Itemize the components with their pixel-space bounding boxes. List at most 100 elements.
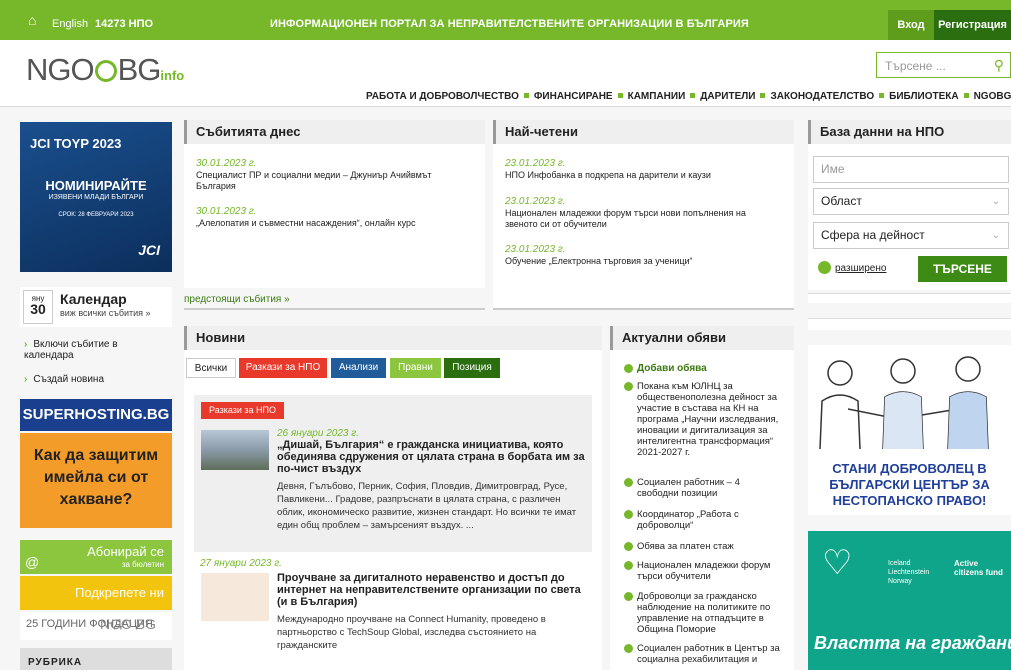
jci-banner[interactable]: JCI TOYP 2023 НОМИНИРАЙТЕ ИЗЯВЕНИ МЛАДИ … <box>20 122 172 272</box>
events-panel: Събитията днес 30.01.2023 г. Специалист П… <box>184 120 485 288</box>
volunteer-text: СТАНИ ДОБРОВОЛЕЦ В БЪЛГАРСКИ ЦЕНТЪР ЗА Н… <box>829 461 990 508</box>
language-link[interactable]: English <box>52 18 88 30</box>
jci-logo: JCI TOYP 2023 <box>30 136 122 151</box>
superhosting-banner[interactable]: Как да защитим имейла си от хакване? <box>20 433 172 528</box>
nav-item-legislation[interactable]: ЗАКОНОДАТЕЛСТВО <box>770 91 874 102</box>
calendar-date: яну 30 <box>23 290 53 324</box>
name-input[interactable]: Име <box>813 156 1009 183</box>
subscribe-label: Абонирай се <box>87 544 164 559</box>
event-date: 30.01.2023 г. <box>196 206 257 217</box>
news-body: 26 януари 2023 г. „Дишай, България“ е гр… <box>277 428 589 532</box>
search-button[interactable]: ТЪРСЕНЕ <box>918 256 1007 282</box>
search-input[interactable]: Търсене ... ⚲ <box>876 52 1011 78</box>
active-citizens-banner[interactable]: ♡ Iceland Liechtenstein Norway Active ci… <box>808 531 1011 670</box>
region-select[interactable]: Област ⌄ <box>813 188 1009 215</box>
superhosting-logo[interactable]: SUPERHOSTING.BG <box>20 399 172 431</box>
create-news-link[interactable]: › Създай новина <box>24 374 104 385</box>
popular-date: 23.01.2023 г. <box>505 158 566 169</box>
ad-item[interactable]: Обява за платен стаж <box>624 541 784 552</box>
popular-text: НПО Инфобанка в подкрепа на дарители и к… <box>505 170 711 180</box>
jci-deadline: СРОК: 28 ФЕВРУАРИ 2023 <box>58 212 134 218</box>
calendar-all-events-link[interactable]: виж всички събития » <box>60 308 151 318</box>
event-item[interactable]: 30.01.2023 г. „Алелопатия и съвместни нас… <box>196 206 466 229</box>
field-value: Сфера на дейност <box>821 228 925 242</box>
popular-item[interactable]: 23.01.2023 г. НПО Инфобанка в подкрепа на… <box>505 158 775 181</box>
login-button[interactable]: Вход <box>888 10 934 40</box>
ad-item[interactable]: Координатор „Работа с доброволци“ <box>624 509 784 531</box>
ad-text: Социален работник – 4 свободни позиции <box>637 477 740 499</box>
add-ad-link[interactable]: Добави обява <box>624 363 784 374</box>
search-icon[interactable]: ⚲ <box>994 57 1004 74</box>
nav-item-live[interactable]: NGOBG Live <box>974 91 1011 102</box>
news-excerpt: Международно проучване на Connect Humani… <box>277 614 546 651</box>
database-title: База данни на НПО <box>808 120 1011 144</box>
popular-title: Най-четени <box>493 120 794 144</box>
popular-item[interactable]: 23.01.2023 г. Национален младежки форум т… <box>505 196 775 230</box>
arrow-circle-icon <box>624 382 633 391</box>
arrow-circle-icon <box>624 644 633 653</box>
volunteers-illustration-icon <box>819 356 989 450</box>
home-icon[interactable]: ⌂ <box>28 12 36 28</box>
support-button[interactable]: Подкрепете ни <box>20 576 172 610</box>
upcoming-events-link[interactable]: предстоящи събития » <box>184 294 290 305</box>
ngo-count: 14273 НПО <box>95 18 154 30</box>
logo-ngo: NGO <box>26 52 95 87</box>
news-headline[interactable]: Проучване за дигиталното неравенство и д… <box>277 572 589 608</box>
news-thumbnail[interactable] <box>201 430 269 470</box>
site-logo[interactable]: NGO BGinfo <box>26 52 184 88</box>
arrow-icon: › <box>24 339 28 350</box>
top-bar: ⌂ English 14273 НПО ИНФОРМАЦИОНЕН ПОРТАЛ… <box>0 0 1011 40</box>
news-tag[interactable]: Разкази за НПО <box>201 402 285 419</box>
nav-item-donors[interactable]: ДАРИТЕЛИ <box>700 91 755 102</box>
ad-item[interactable]: Социален работник в Център за социална р… <box>624 643 784 665</box>
tab-all[interactable]: Всички <box>186 358 236 378</box>
event-item[interactable]: 30.01.2023 г. Специалист ПР и социални ме… <box>196 158 466 192</box>
news-headline[interactable]: „Дишай, България“ е гражданска инициатив… <box>277 439 589 475</box>
news-date-row: 27 януари 2023 г. <box>200 557 590 569</box>
register-button[interactable]: Регистрация <box>934 10 1011 40</box>
popular-text: Обучение „Електронна търговия за ученици… <box>505 256 693 266</box>
subscribe-button[interactable]: @ Абонирай се за бюлетин <box>20 540 172 574</box>
anniversary-logo: NGO BG <box>100 616 157 632</box>
ad-item[interactable]: Социален работник – 4 свободни позиции <box>624 477 784 499</box>
popular-date: 23.01.2023 г. <box>505 244 566 255</box>
portal-title: ИНФОРМАЦИОНЕН ПОРТАЛ ЗА НЕПРАВИТЕЛСТВЕНИ… <box>270 18 749 30</box>
arrow-circle-icon <box>624 510 633 519</box>
nav-item-funding[interactable]: ФИНАНСИРАНЕ <box>534 91 613 102</box>
slogan: Властта на гражданите <box>814 633 1011 653</box>
divider <box>808 318 1011 330</box>
news-excerpt: Девня, Гълъбово, Перник, София, Пловдив,… <box>277 481 577 531</box>
logo-circle-icon <box>94 60 117 82</box>
volunteer-banner[interactable]: СТАНИ ДОБРОВОЛЕЦ В БЪЛГАРСКИ ЦЕНТЪР ЗА Н… <box>808 345 1011 515</box>
jci-subtitle: ИЗЯВЕНИ МЛАДИ БЪЛГАРИ <box>48 194 144 201</box>
nav-item-campaigns[interactable]: КАМПАНИИ <box>628 91 686 102</box>
field-select[interactable]: Сфера на дейност ⌄ <box>813 222 1009 249</box>
popular-item[interactable]: 23.01.2023 г. Обучение „Електронна търгов… <box>505 244 775 267</box>
nav-item-library[interactable]: БИБЛИОТЕКА <box>889 91 958 102</box>
arrow-circle-icon <box>624 592 633 601</box>
tab-stories[interactable]: Разкази за НПО <box>239 358 327 378</box>
tab-legal[interactable]: Правни <box>390 358 441 378</box>
advanced-search-link[interactable]: разширено <box>818 261 886 274</box>
tab-analyses[interactable]: Анализи <box>331 358 386 378</box>
ad-item[interactable]: Национален младежки форум търси обучител… <box>624 560 784 582</box>
calendar-widget[interactable]: яну 30 Календар виж всички събития » <box>20 287 172 327</box>
support-label: Подкрепете ни <box>75 585 164 600</box>
news-thumbnail[interactable] <box>201 573 269 621</box>
tab-position[interactable]: Позиция <box>444 358 500 378</box>
anniversary-banner[interactable]: 25 ГОДИНИ ФОНДАЦИЯ NGO BG <box>20 612 172 640</box>
rubric-banner[interactable]: РУБРИКА <box>20 648 172 670</box>
create-news-label: Създай новина <box>33 374 105 385</box>
popular-panel: Най-четени 23.01.2023 г. НПО Инфобанка в … <box>493 120 794 310</box>
ad-item[interactable]: Покана към ЮЛНЦ за общественополезна дей… <box>624 381 784 458</box>
logo-bg: BG <box>117 52 162 87</box>
news-date: 26 януари 2023 г. <box>277 428 359 439</box>
news-title: Новини <box>184 326 602 350</box>
arrow-icon: › <box>24 374 28 385</box>
add-event-link[interactable]: › Включи събитие в календара <box>24 339 164 361</box>
rubric-label: РУБРИКА <box>28 657 83 668</box>
ad-text: Покана към ЮЛНЦ за общественополезна дей… <box>637 381 779 458</box>
news-body: Проучване за дигиталното неравенство и д… <box>277 572 589 652</box>
nav-item-work[interactable]: РАБОТА И ДОБРОВОЛЧЕСТВО <box>366 91 519 102</box>
ad-item[interactable]: Доброволци за гражданско наблюдение на п… <box>624 591 784 635</box>
